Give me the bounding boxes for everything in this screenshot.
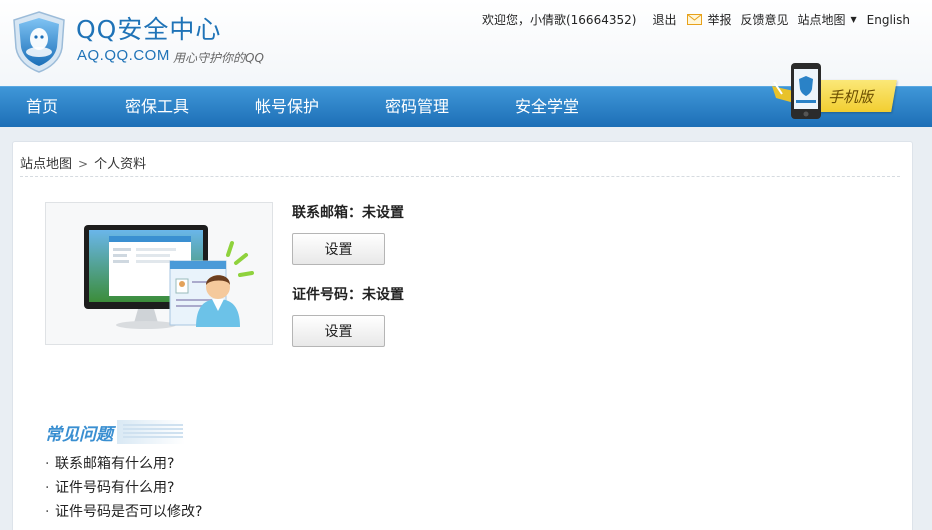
brand-slogan: 用心守护你的QQ [173,51,264,65]
qq-shield-logo-icon[interactable] [10,10,68,74]
brand-domain: AQ.QQ.COM [77,47,170,64]
feedback-link[interactable]: 反馈意见 [740,11,788,28]
envelope-icon[interactable] [687,14,703,25]
faq-item-label: 证件号码有什么用? [55,480,175,496]
breadcrumb-separator: > [78,157,89,171]
set-id-number-button[interactable]: 设置 [292,315,385,347]
faq-item-id-use[interactable]: · 证件号码有什么用? [45,476,202,500]
mobile-version-badge[interactable]: 手机版 [770,60,910,124]
breadcrumb-current: 个人资料 [94,157,147,172]
english-link[interactable]: English [867,13,910,27]
faq-item-label: 证件号码是否可以修改? [55,504,203,520]
faq-title: 常见问题 [45,420,117,445]
computer-profile-icon [84,225,254,329]
faq-item-id-modify[interactable]: · 证件号码是否可以修改? [45,500,202,524]
faq-title-stripes [123,424,183,440]
report-link[interactable]: 举报 [707,11,731,28]
faq-item-label: 联系邮箱有什么用? [55,456,175,472]
caret-down-icon[interactable]: ▼ [851,15,857,24]
welcome-text: 欢迎您，小倩歌(16664352) [481,13,637,27]
breadcrumb-sitemap-link[interactable]: 站点地图 [20,157,72,172]
nav-item-security-school[interactable]: 安全学堂 [515,87,579,127]
faq-title-bar: 常见问题 [45,420,185,445]
logout-link[interactable]: 退出 [652,11,676,28]
nav-item-account-protection[interactable]: 帐号保护 [255,87,319,127]
nav-item-home[interactable]: 首页 [26,87,58,127]
nav-item-security-tools[interactable]: 密保工具 [125,87,189,127]
bullet: · [45,456,50,472]
set-email-button[interactable]: 设置 [292,233,385,265]
faq-list: · 联系邮箱有什么用? · 证件号码有什么用? · 证件号码是否可以修改? [45,452,202,524]
divider [20,176,900,177]
profile-illustration [45,202,273,345]
content-panel: 站点地图 > 个人资料 联系邮箱：未设置 设置 证件号码：未设置 设置 常见问题… [12,141,913,530]
contact-email-status: 联系邮箱：未设置 [292,205,404,221]
top-links: 欢迎您，小倩歌(16664352) 退出 举报 反馈意见 站点地图 ▼ Engl… [482,11,910,28]
id-number-status: 证件号码：未设置 [292,287,404,303]
mobile-phone-icon [791,63,821,119]
breadcrumb: 站点地图 > 个人资料 [20,153,146,172]
faq-item-email-use[interactable]: · 联系邮箱有什么用? [45,452,202,476]
nav-item-password-management[interactable]: 密码管理 [385,87,449,127]
sitemap-link[interactable]: 站点地图 [797,11,845,28]
bullet: · [45,480,50,496]
brand-title[interactable]: QQ安全中心 [76,10,221,46]
mobile-version-label: 手机版 [828,88,874,106]
bullet: · [45,504,50,520]
